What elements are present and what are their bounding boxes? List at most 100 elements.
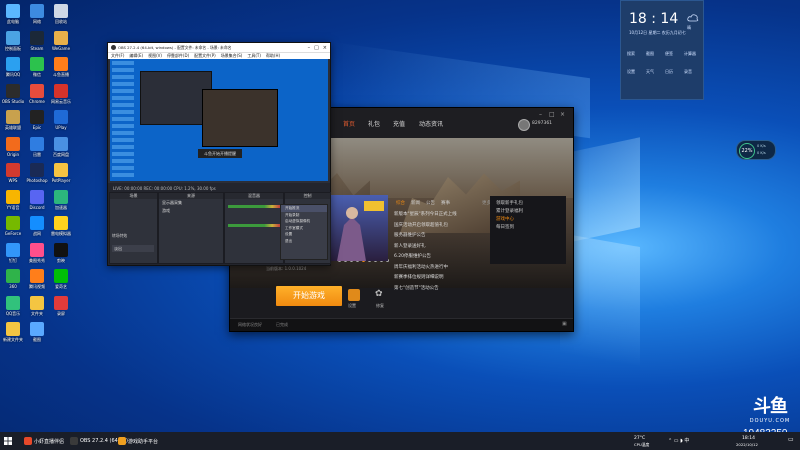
gear-icon[interactable]: ✿ — [375, 289, 383, 299]
desktop-icon[interactable]: 加速器 — [44, 189, 78, 216]
desktop-icon[interactable]: PotPlayer — [44, 163, 78, 189]
app-icon — [54, 269, 68, 283]
desktop-icon-label: 文件夹 — [31, 310, 43, 316]
news-item[interactable]: 新人登录送好礼 — [394, 242, 486, 253]
desktop-icon[interactable]: 回收站 — [44, 4, 78, 30]
news-list: 新版本"星辰"系列今日正式上线 国庆活动开启领取超值礼包 服务器维护公告 新人登录送好… — [394, 210, 486, 294]
desktop-icon[interactable]: UPlay — [44, 110, 78, 136]
quick-tile[interactable]: 天气 — [646, 69, 654, 75]
scenes-panel[interactable]: 场景 转场特效 淡出 — [109, 192, 158, 264]
desktop-icon-label: 网络 — [33, 19, 41, 24]
app-icon — [6, 163, 20, 177]
side-menu[interactable]: 领取新手礼包 累计登录福利 游戏中心 每日签到 — [490, 196, 566, 264]
tab-news[interactable]: 新闻 — [411, 200, 420, 206]
obs-preview[interactable]: 斗鱼开始开播提醒 — [110, 59, 328, 181]
quick-tile[interactable]: 搜索 — [627, 51, 635, 57]
desktop-icon[interactable]: 斗鱼直播 — [44, 57, 78, 83]
tray-icons[interactable]: ⌃ ▭ ◗ 中 — [668, 437, 689, 444]
nav-news[interactable]: 动态资讯 — [419, 119, 443, 128]
nav-home[interactable]: 首页 — [343, 119, 355, 128]
source-item[interactable]: 游戏 — [159, 207, 223, 215]
quick-tile[interactable]: 便签 — [665, 51, 673, 57]
quick-tile[interactable]: 截图 — [646, 51, 654, 57]
tray-temp: 27°C — [634, 436, 646, 441]
news-item[interactable]: 周年庆福利活动火热进行中 — [394, 263, 486, 274]
transition-select[interactable]: 淡出 — [112, 245, 154, 252]
username[interactable]: 8297361 — [532, 121, 552, 126]
obs-menubar: 文件(F) 编辑(E) 视图(V) 停靠部件(D) 配置文件(P) 场景集合(S) 工具(T… — [108, 52, 330, 59]
obs-minimize-icon[interactable]: – — [308, 45, 311, 51]
app-icon — [30, 322, 44, 336]
source-item[interactable]: 显示器采集 — [159, 199, 223, 207]
desktop-icon-label: 截图 — [33, 337, 41, 342]
mixer-panel[interactable]: 混音器 — [224, 192, 284, 264]
side-menu-item[interactable]: 每日签到 — [490, 224, 566, 232]
start-game-button[interactable]: 开始游戏 — [276, 286, 342, 306]
tab-events[interactable]: 赛事 — [441, 200, 450, 206]
app-icon — [30, 163, 44, 177]
news-item[interactable]: 第七"创造节"活动公告 — [394, 284, 486, 295]
desktop-icon[interactable]: 爱奇艺 — [44, 269, 78, 295]
side-menu-item[interactable]: 累计登录福利 — [490, 208, 566, 216]
desktop-icon-label: Discord — [29, 204, 45, 210]
promo-poster[interactable] — [322, 195, 388, 261]
nav-gifts[interactable]: 礼包 — [368, 119, 380, 128]
taskbar-app-label: 小虾直播伴侣 — [34, 438, 65, 445]
desktop-icon[interactable]: 百度网盘 — [44, 136, 78, 163]
avatar[interactable] — [518, 119, 530, 131]
news-item[interactable]: 新版本"星辰"系列今日正式上线 — [394, 210, 486, 221]
nav-recharge[interactable]: 充值 — [393, 119, 405, 128]
context-menu-item[interactable]: 退出 — [281, 238, 327, 245]
tray-date[interactable]: 2022/10/12 — [736, 442, 758, 447]
app-icon — [30, 83, 44, 98]
notification-icon[interactable]: ▭ — [788, 436, 794, 443]
news-item[interactable]: 国庆活动开启领取超值礼包 — [394, 221, 486, 232]
obs-close-icon[interactable]: × — [323, 45, 327, 51]
news-item[interactable]: 新赛季排位规则详细说明 — [394, 273, 486, 284]
app-icon — [54, 136, 68, 151]
desktop-icon-label: 腾讯视频 — [29, 284, 45, 289]
status-bar: 网络状况良好 已完成 ▣ — [230, 318, 573, 331]
taskbar-app[interactable]: 小虾直播伴侣 — [24, 435, 64, 447]
news-item[interactable]: 6.20停服维护公告 — [394, 252, 486, 263]
app-icon — [6, 322, 20, 336]
quick-tile[interactable]: 录音 — [684, 69, 692, 75]
news-tabs[interactable]: 综合 新闻 公告 赛事 更多 — [396, 200, 491, 206]
side-menu-item[interactable]: 领取新手礼包 — [490, 200, 566, 208]
desktop-icon-label: WPS — [8, 178, 18, 183]
settings-shortcut[interactable] — [348, 289, 360, 301]
desktop-icon[interactable]: 雷电模拟器 — [44, 216, 78, 242]
close-icon[interactable]: × — [560, 111, 565, 118]
sources-panel[interactable]: 来源 显示器采集 游戏 — [158, 192, 224, 264]
side-menu-item[interactable]: 游戏中心 — [490, 216, 566, 224]
quick-tile[interactable]: 计算器 — [684, 51, 696, 57]
tab-notice[interactable]: 公告 — [426, 200, 435, 206]
desktop-icon[interactable]: 截图 — [20, 322, 54, 348]
expand-icon[interactable]: ▣ — [562, 321, 567, 327]
taskbar-app[interactable]: 游戏助手平台 — [118, 435, 158, 447]
desktop-icon-label: GeForce — [4, 231, 22, 236]
news-item[interactable]: 服务器维护公告 — [394, 231, 486, 242]
obs-maximize-icon[interactable]: □ — [314, 45, 319, 51]
minimize-icon[interactable]: – — [539, 111, 542, 118]
quick-tile[interactable]: 设置 — [627, 69, 635, 75]
tray-time[interactable]: 18:14 — [742, 436, 755, 441]
desktop-icon[interactable]: 录屏 — [44, 295, 78, 322]
obs-controls-menu[interactable]: 开始推流 开始录制 启动虚拟摄像机 工作室模式 设置 退出 — [280, 204, 328, 260]
tab-general[interactable]: 综合 — [396, 200, 405, 206]
desktop-icon[interactable]: 网易云音乐 — [44, 83, 78, 110]
app-icon — [30, 30, 44, 45]
clock-date: 10月12日 星期二 农历九月初七 — [629, 30, 686, 35]
quick-tile[interactable]: 日历 — [665, 69, 673, 75]
desktop-icon[interactable]: WeGame — [44, 30, 78, 57]
desktop-icon[interactable]: 剪映 — [44, 242, 78, 269]
maximize-icon[interactable]: □ — [549, 111, 555, 118]
windows-start-icon[interactable] — [4, 437, 12, 445]
app-icon — [6, 83, 20, 98]
clock-widget[interactable]: 18 : 14 10月12日 星期二 农历九月初七 晴 搜索 截图 便签 计算器 设置 天… — [620, 0, 704, 100]
obs-status: LIVE: 00:00:00 REC: 00:00:00 CPU: 1.2%, … — [113, 186, 216, 191]
desktop-icon-label: 百度网盘 — [53, 151, 69, 157]
desktop-icon-label: QQ音乐 — [5, 310, 21, 316]
network-speed-widget[interactable]: 22% 0 K/s 0 K/s — [736, 140, 776, 160]
status-left: 网络状况良好 — [238, 322, 262, 327]
